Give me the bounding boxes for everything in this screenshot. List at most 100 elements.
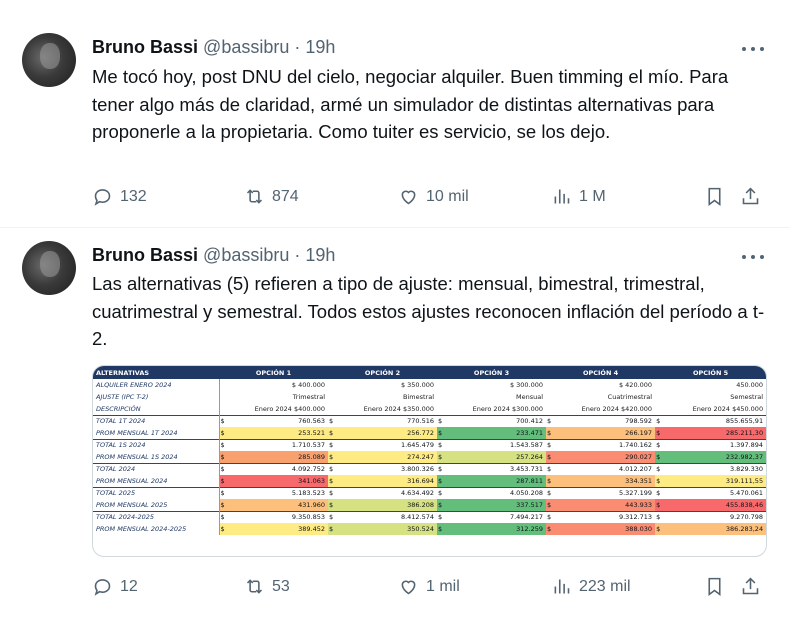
currency-symbol: $ (437, 414, 446, 427)
cell: 285.089 (227, 451, 329, 463)
cell: 312.259 (445, 523, 547, 535)
share-icon (742, 577, 759, 595)
cell: 1.645.479 (336, 438, 438, 451)
heart-icon (401, 190, 416, 205)
cell: 4.634.492 (336, 486, 438, 499)
timestamp[interactable]: 19h (305, 245, 335, 265)
currency-symbol: $ (655, 486, 664, 499)
row-label: DESCRIPCIÓN (93, 403, 220, 415)
table-row: TOTAL 1S 2024 $1.710.537 $1.645.479 $1.5… (93, 438, 766, 451)
table-row: PROM MENSUAL 1S 2024 $285.089 $274.247 $… (93, 451, 766, 463)
tweet-2[interactable]: Bruno Bassi @bassibru · 19h Las alternat… (0, 228, 790, 623)
like-button[interactable]: 1 mil (398, 576, 460, 597)
currency-symbol: $ (546, 499, 555, 511)
like-count: 10 mil (426, 187, 469, 205)
reply-count: 132 (120, 187, 147, 205)
author-name[interactable]: Bruno Bassi (92, 37, 198, 57)
cell: Mensual (516, 393, 544, 401)
row-label: PROM MENSUAL 1T 2024 (93, 427, 220, 439)
timestamp[interactable]: 19h (305, 37, 335, 57)
row-label: TOTAL 2024-2025 (93, 510, 220, 523)
cell: $ 400.000 (291, 381, 326, 389)
cell: Cuatrimestral (607, 393, 653, 401)
retweet-button[interactable]: 874 (244, 186, 299, 207)
currency-symbol: $ (328, 462, 337, 475)
currency-symbol: $ (546, 414, 555, 427)
view-count: 223 mil (579, 577, 631, 595)
analytics-icon (554, 579, 570, 594)
cell: 9.350.853 (227, 510, 329, 523)
cell: 319.111,55 (663, 475, 766, 487)
more-options-icon[interactable] (742, 47, 764, 53)
currency-symbol: $ (655, 427, 664, 439)
cell: 450.000 (736, 381, 764, 389)
retweet-button[interactable]: 53 (244, 576, 290, 597)
bookmark-button[interactable] (704, 576, 725, 597)
currency-symbol: $ (437, 451, 446, 463)
cell: 5.470.061 (663, 486, 766, 499)
tweet-1[interactable]: Bruno Bassi @bassibru · 19h Me tocó hoy,… (0, 0, 790, 228)
cell: 232.982,37 (663, 451, 766, 463)
cell: 266.197 (554, 427, 656, 439)
views-button[interactable]: 1 M (551, 186, 606, 207)
currency-symbol: $ (328, 414, 337, 427)
cell: 341.063 (227, 475, 329, 487)
row-label: PROM MENSUAL 2024-2025 (93, 523, 220, 535)
table-row: TOTAL 2024 $4.092.752 $3.800.326 $3.453.… (93, 462, 766, 475)
cell: 4.092.752 (227, 462, 329, 475)
author-handle[interactable]: @bassibru (203, 245, 289, 265)
cell: 5.183.523 (227, 486, 329, 499)
cell: $ 300.000 (509, 381, 544, 389)
cell: 287.811 (445, 475, 547, 487)
currency-symbol: $ (219, 462, 227, 475)
cell: 253.521 (227, 427, 329, 439)
cell: 389.452 (227, 523, 329, 535)
cell: 455.838,46 (663, 499, 766, 511)
table-row: TOTAL 2025 $5.183.523 $4.634.492 $4.050.… (93, 486, 766, 499)
row-label: TOTAL 2024 (93, 462, 220, 475)
rent-simulator-table: ALTERNATIVAS OPCIÓN 1 OPCIÓN 2 OPCIÓN 3 … (93, 366, 766, 535)
table-row: DESCRIPCIÓN Enero 2024 $400.000 Enero 20… (93, 403, 766, 415)
cell: 855.655,91 (663, 414, 766, 427)
more-options-icon[interactable] (742, 255, 764, 261)
bookmark-icon (708, 187, 721, 206)
row-label: PROM MENSUAL 2025 (93, 499, 220, 511)
views-button[interactable]: 223 mil (551, 576, 631, 597)
currency-symbol: $ (437, 523, 446, 535)
share-button[interactable] (740, 576, 761, 597)
table-row: TOTAL 1T 2024 $760.563 $770.516 $700.412… (93, 414, 766, 427)
like-button[interactable]: 10 mil (398, 186, 469, 207)
currency-symbol: $ (437, 499, 446, 511)
author-name[interactable]: Bruno Bassi (92, 245, 198, 265)
separator: · (294, 245, 301, 265)
currency-symbol: $ (219, 414, 227, 427)
retweet-count: 53 (272, 577, 290, 595)
currency-symbol: $ (328, 499, 337, 511)
like-count: 1 mil (426, 577, 460, 595)
cell: Trimestral (292, 393, 326, 401)
row-label: TOTAL 1S 2024 (93, 438, 220, 451)
reply-button[interactable]: 12 (92, 576, 138, 597)
table-header-row: ALTERNATIVAS OPCIÓN 1 OPCIÓN 2 OPCIÓN 3 … (93, 366, 766, 379)
avatar[interactable] (22, 241, 76, 295)
spreadsheet-image[interactable]: ALTERNATIVAS OPCIÓN 1 OPCIÓN 2 OPCIÓN 3 … (92, 365, 767, 557)
bookmark-button[interactable] (704, 186, 725, 207)
table-row: PROM MENSUAL 2025 $431.960 $386.208 $337… (93, 499, 766, 511)
cell: 274.247 (336, 451, 438, 463)
cell: 1.740.162 (554, 438, 656, 451)
reply-button[interactable]: 132 (92, 186, 147, 207)
cell: 431.960 (227, 499, 329, 511)
view-count: 1 M (579, 187, 606, 205)
share-button[interactable] (740, 186, 761, 207)
cell: 285.211,30 (663, 427, 766, 439)
avatar[interactable] (22, 33, 76, 87)
retweet-count: 874 (272, 187, 299, 205)
currency-symbol: $ (328, 510, 337, 523)
author-handle[interactable]: @bassibru (203, 37, 289, 57)
cell: 798.592 (554, 414, 656, 427)
currency-symbol: $ (546, 438, 555, 451)
header-cell: OPCIÓN 3 (437, 366, 547, 379)
currency-symbol: $ (546, 475, 555, 487)
cell: 3.829.330 (663, 462, 766, 475)
currency-symbol: $ (546, 462, 555, 475)
